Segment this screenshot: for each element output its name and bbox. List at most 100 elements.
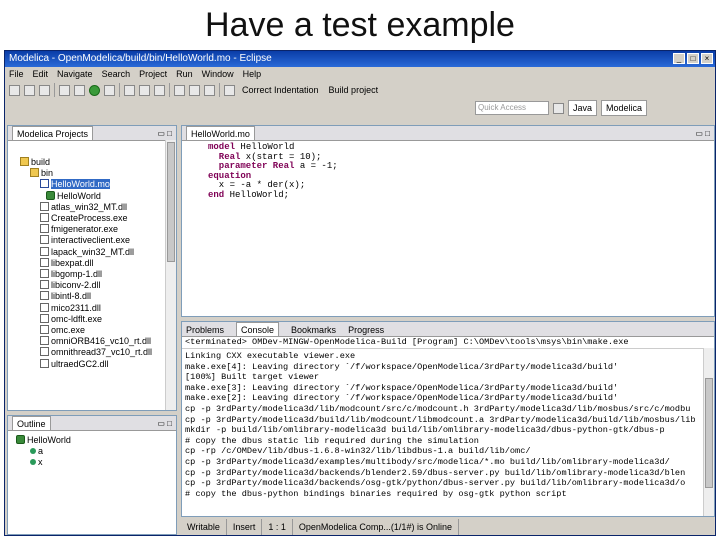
menu-project[interactable]: Project [139,67,167,81]
menu-file[interactable]: File [9,67,24,81]
open-perspective-icon[interactable] [553,102,564,114]
tab-helloworld-mo[interactable]: HelloWorld.mo [186,126,255,140]
code-editor[interactable]: model HelloWorld Real x(start = 10); par… [182,141,714,201]
outline-tree: HelloWorld a x [8,431,176,469]
close-button[interactable]: × [701,53,713,64]
projects-tab-bar: Modelica Projects ▭ □ [8,126,176,141]
outline-item[interactable]: x [10,457,176,468]
quick-access-input[interactable]: Quick Access [475,101,549,115]
tree-item-label: bin [41,168,54,179]
search-icon[interactable] [124,84,135,96]
model-icon [16,435,25,444]
toolbar-separator [219,83,220,97]
console-scrollbar[interactable] [703,348,714,516]
minimize-button[interactable]: _ [673,53,685,64]
perspective-java[interactable]: Java [568,100,598,116]
tree-item[interactable]: CreateProcess.exe [10,213,176,224]
tree-item[interactable]: fmigenerator.exe [10,224,176,235]
menu-navigate[interactable]: Navigate [57,67,93,81]
tree-item-label: ultraedGC2.dll [51,358,109,369]
file-icon [40,358,49,368]
menu-edit[interactable]: Edit [33,67,49,81]
tree-item[interactable]: interactiveclient.exe [10,235,176,246]
tree-item-label: libiconv-2.dll [51,280,101,291]
run-icon[interactable] [89,84,100,96]
file-icon [40,336,49,346]
toolbar-separator [119,83,120,97]
tree-item[interactable]: bin [10,168,176,179]
tree-item[interactable]: omnithread37_vc10_rt.dll [10,347,176,358]
tree-item[interactable]: build [10,157,176,168]
tree-item[interactable]: libgomp-1.dll [10,269,176,280]
perspective-modelica[interactable]: Modelica [601,100,648,116]
window-titlebar: Modelica - OpenModelica/build/bin/HelloW… [5,51,715,67]
outline-item[interactable]: HelloWorld [10,435,176,446]
code-text: x(start = 10); [240,151,322,162]
editor-tab-bar: HelloWorld.mo ▭ □ [182,126,714,141]
tree-item[interactable]: omniORB416_vc10_rt.dll [10,336,176,347]
correct-indentation-button[interactable]: Correct Indentation [239,85,322,95]
file-icon [40,325,49,335]
tree-item[interactable]: libiconv-2.dll [10,280,176,291]
console-line: cp -p 3rdParty/modelica3d/build/lib/modc… [185,414,696,425]
menu-window[interactable]: Window [202,67,234,81]
menu-run[interactable]: Run [176,67,193,81]
menu-bar: File Edit Navigate Search Project Run Window He… [5,67,715,81]
annotation-icon[interactable] [154,84,165,96]
tab-console[interactable]: Console [236,322,280,336]
back-icon[interactable] [174,84,185,96]
outline-item[interactable]: a [10,446,176,457]
tab-outline[interactable]: Outline [12,416,51,430]
tree-item[interactable]: atlas_win32_MT.dll [10,201,176,213]
tree-item[interactable]: libintl-8.dll [10,291,176,302]
build-icon[interactable] [59,84,70,96]
tree-item-label: omc.exe [51,325,86,336]
console-line: make.exe[4]: Leaving directory `/f/works… [185,361,619,372]
tree-item-label: libexpat.dll [51,257,94,268]
console-line: # copy the dbus-python bindings binaries… [185,488,567,499]
tree-item[interactable]: lapack_win32_MT.dll [10,246,176,258]
menu-search[interactable]: Search [102,67,131,81]
status-bar: Writable Insert 1 : 1 OpenModelica Comp.… [181,519,715,535]
build-project-button[interactable]: Build project [326,85,382,95]
panel-controls[interactable]: ▭ □ [695,127,710,141]
new-icon[interactable] [9,84,20,96]
save-icon[interactable] [24,84,35,96]
panel-controls[interactable]: ▭ □ [157,417,172,431]
tree-item[interactable]: libexpat.dll [10,257,176,269]
menu-help[interactable]: Help [243,67,262,81]
projects-panel: Modelica Projects ▭ □ build bin HelloWorld… [7,125,177,411]
console-line: cp -rp /c/OMDev/lib/dbus-1.6.8-win32/lib… [185,446,531,457]
console-line: cp -p 3rdParty/modelica3d/backends/blend… [185,467,686,478]
open-type-icon[interactable] [139,84,150,96]
tree-item[interactable]: HelloWorld.mo [10,179,176,190]
last-edit-icon[interactable] [204,84,215,96]
perspective-toolbar: Quick Access Java Modelica [5,99,715,117]
tree-item-label: atlas_win32_MT.dll [51,201,128,212]
tree-item-label: mico2311.dll [51,302,101,313]
tab-bookmarks[interactable]: Bookmarks [291,325,336,335]
indent-icon[interactable] [224,84,235,96]
panel-controls[interactable]: ▭ □ [157,127,172,141]
outline-item-label: a [38,446,44,457]
tab-progress[interactable]: Progress [348,325,384,335]
eclipse-window: Modelica - OpenModelica/build/bin/HelloW… [4,50,716,536]
tree-item[interactable]: omc-ldflt.exe [10,313,176,325]
tab-modelica-projects[interactable]: Modelica Projects [12,126,94,140]
tree-item-label: HelloWorld.mo [51,179,110,190]
forward-icon[interactable] [189,84,200,96]
maximize-button[interactable]: □ [687,53,699,64]
tree-item[interactable]: omc.exe [10,325,176,336]
main-toolbar: Correct Indentation Build project [5,81,715,99]
debug-icon[interactable] [74,84,85,96]
code-text: HelloWorld [235,142,295,152]
outline-panel: Outline ▭ □ HelloWorld a x [7,415,177,535]
tree-item[interactable]: mico2311.dll [10,302,176,314]
tab-problems[interactable]: Problems [186,325,224,335]
variable-icon [30,448,36,455]
tree-item[interactable]: HelloWorld [10,190,176,202]
print-icon[interactable] [39,84,50,96]
tree-item[interactable]: ultraedGC2.dll [10,358,176,370]
external-tools-icon[interactable] [104,84,115,96]
projects-scrollbar[interactable] [165,140,176,410]
